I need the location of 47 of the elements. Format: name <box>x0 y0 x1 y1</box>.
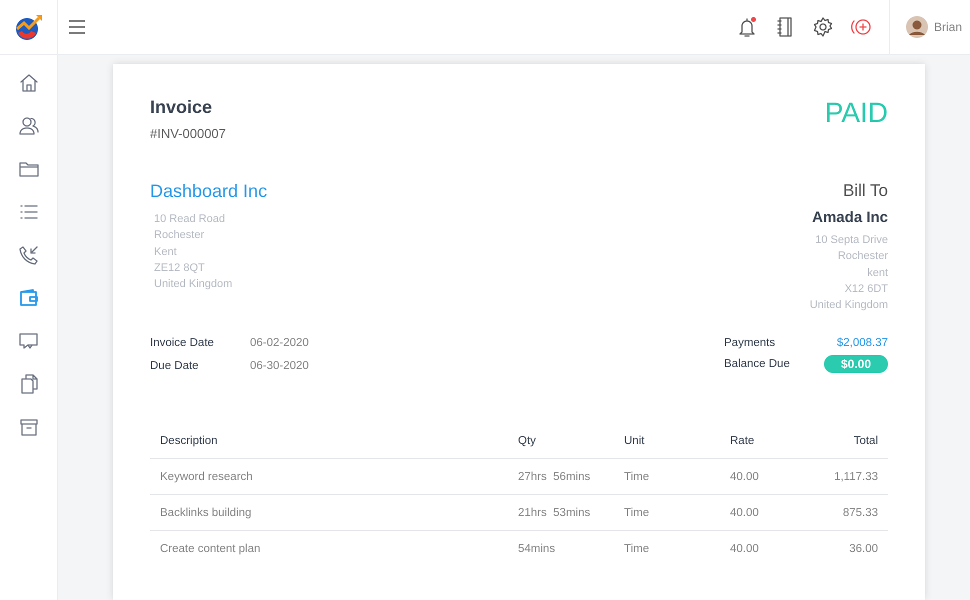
table-cell-text: 21hrs 53mins <box>517 506 592 519</box>
date-label: Due Date <box>150 360 200 374</box>
table-cell-text: 40.00 <box>729 470 760 483</box>
table-cell-text: Time <box>623 542 650 555</box>
table-cell-text: 27hrs 56mins <box>517 470 592 483</box>
address-line: Kent <box>154 244 178 260</box>
invoice-title: Invoice <box>150 97 214 118</box>
avatar[interactable] <box>906 16 928 38</box>
address-line: 10 Septa Drive <box>814 233 888 248</box>
status-label: PAID <box>824 97 888 130</box>
date-value: 06-30-2020 <box>250 360 309 374</box>
date-label: Invoice Date <box>150 337 215 350</box>
table-cell-text: Create content plan <box>159 542 262 555</box>
balance-amount: $0.00 <box>824 355 888 374</box>
table-cell-text: 40.00 <box>729 542 760 555</box>
date-value: 06-02-2020 <box>250 337 309 350</box>
address-line: X12 6DT <box>844 282 888 297</box>
address-line: kent <box>866 266 888 281</box>
company-name: Dashboard Inc <box>150 181 268 202</box>
bill-to-heading: Bill To <box>842 181 888 201</box>
address-line: Rochester <box>836 249 888 264</box>
address-line: ZE12 8QT <box>154 260 206 276</box>
column-header: Total <box>852 434 879 447</box>
table-cell-text: 40.00 <box>729 506 760 519</box>
user-name[interactable]: Brian <box>934 20 962 34</box>
client-name: Amada Inc <box>811 209 888 226</box>
table-cell-text: 1,117.33 <box>833 470 879 483</box>
table-cell-text: Backlinks building <box>159 506 252 519</box>
invoice-number: #INV-000007 <box>150 126 226 141</box>
table-cell-text: Time <box>623 470 650 483</box>
payments-amount: $2,008.37 <box>836 337 888 350</box>
column-header: Unit <box>623 434 646 447</box>
table-cell-text: Keyword research <box>159 470 254 483</box>
table-cell-text: Time <box>623 506 650 519</box>
address-line: United Kingdom <box>810 298 888 314</box>
column-header: Description <box>159 434 219 447</box>
column-header: Rate <box>729 434 756 447</box>
address-line: 10 Read Road <box>154 212 226 227</box>
payments-label: Payments <box>724 337 776 350</box>
table-cell-text: 36.00 <box>848 542 879 555</box>
address-line: United Kingdom <box>154 277 234 292</box>
table-cell-text: 875.33 <box>842 506 879 519</box>
menu-icon[interactable] <box>68 20 86 34</box>
table-cell-text: 54mins <box>517 542 556 555</box>
balance-label: Balance Due <box>724 358 791 370</box>
column-header: Qty <box>517 434 537 447</box>
address-line: Rochester <box>154 228 206 244</box>
